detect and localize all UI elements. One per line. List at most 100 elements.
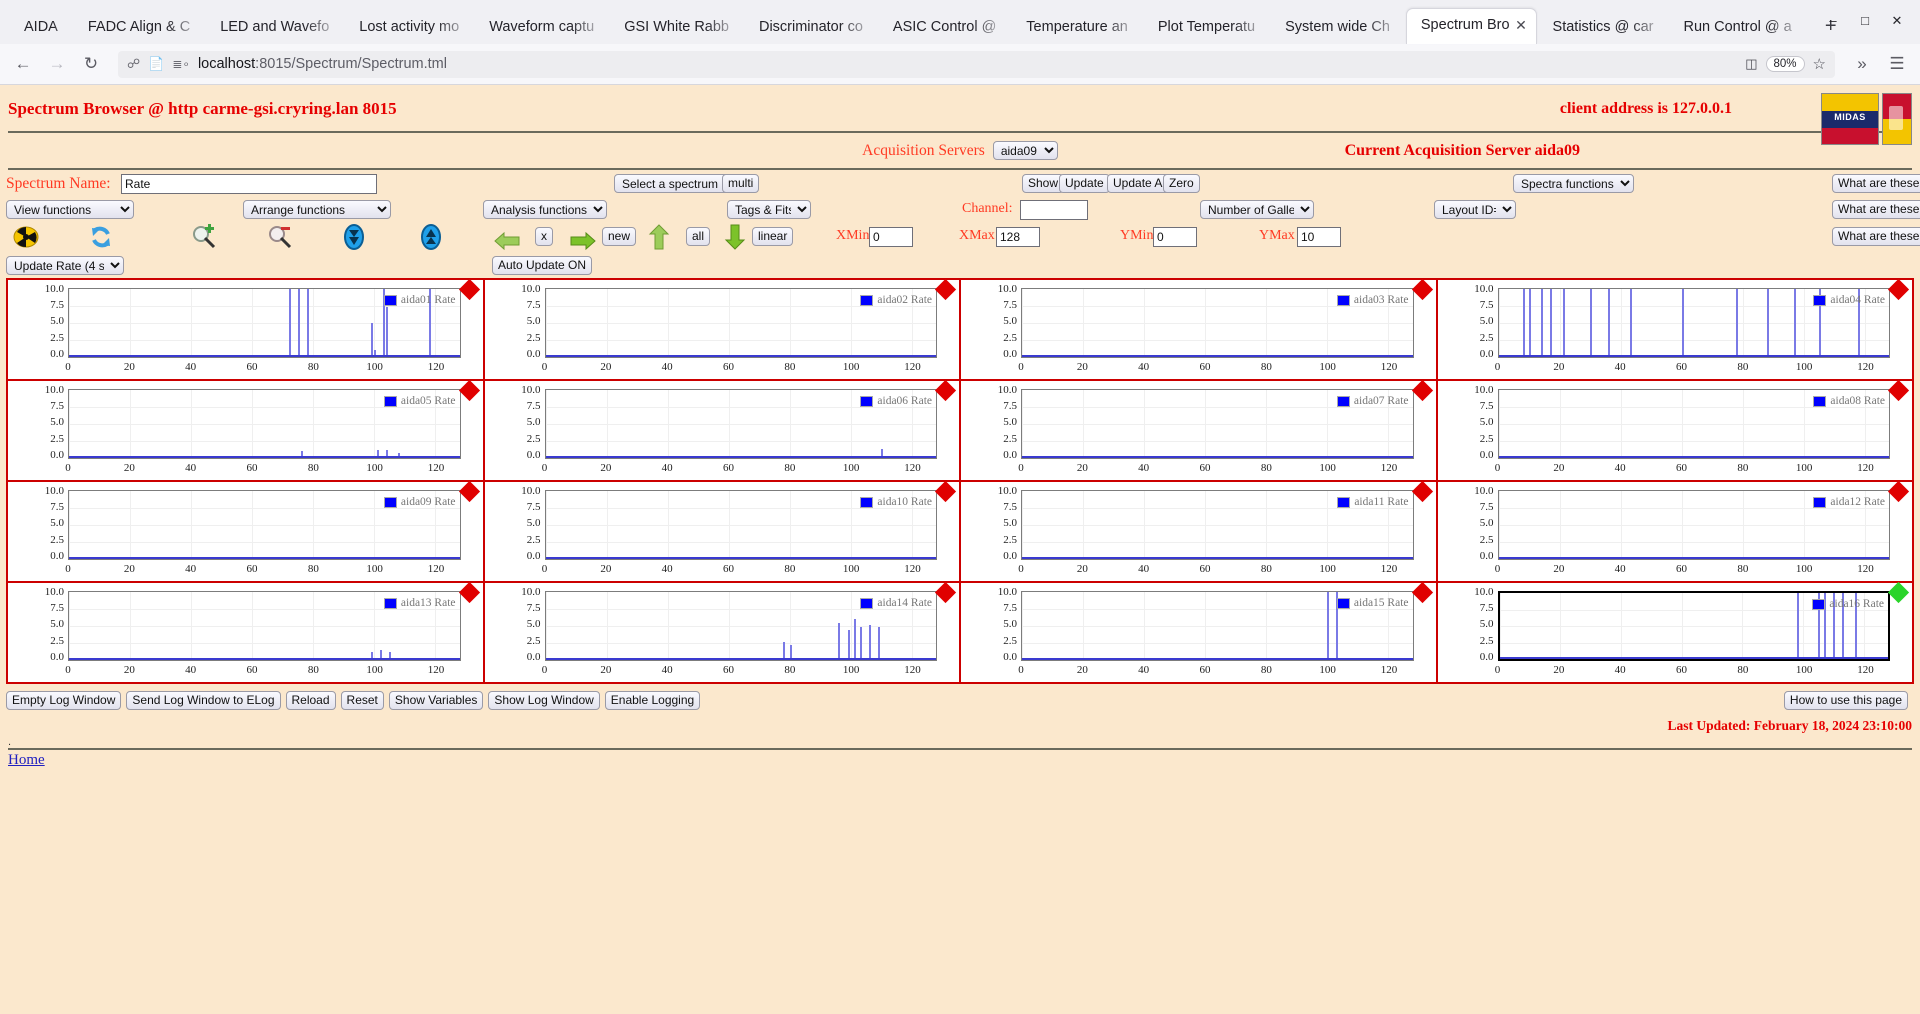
what-are-these-button-1[interactable]: What are these?	[1832, 174, 1920, 193]
status-marker[interactable]	[458, 480, 480, 503]
back-icon[interactable]: ←	[8, 49, 38, 79]
tab-2[interactable]: LED and Wavefo	[206, 10, 343, 44]
x-button[interactable]: x	[535, 227, 553, 246]
tags-and-fits-dropdown[interactable]: Tags & Fits	[727, 200, 811, 219]
multi-button[interactable]: multi	[722, 174, 760, 193]
xmin-input[interactable]	[869, 227, 913, 247]
tab-4[interactable]: Waveform captu	[475, 10, 608, 44]
plot-area[interactable]: aida06 Rate	[544, 389, 937, 459]
tab-8[interactable]: Temperature an	[1012, 10, 1142, 44]
bookmark-icon[interactable]: ☆	[1813, 55, 1826, 73]
footer-button-4[interactable]: Show Variables	[388, 691, 484, 710]
plot-area[interactable]: aida01 Rate	[68, 288, 461, 358]
radiation-icon[interactable]	[13, 224, 39, 250]
tab-10[interactable]: System wide Ch	[1271, 10, 1404, 44]
footer-button-2[interactable]: Reload	[285, 691, 336, 710]
tab-13[interactable]: Run Control @ a	[1669, 10, 1805, 44]
plot-area[interactable]: aida10 Rate	[544, 490, 937, 560]
status-marker[interactable]	[1887, 278, 1910, 301]
spectrum-panel[interactable]: 10.0 7.5 5.0 2.5 0.0 aida01 Rate 0 20 40 60 80 100 1…	[8, 278, 485, 379]
tab-0[interactable]: AIDA	[6, 10, 72, 44]
spectrum-name-input[interactable]	[121, 174, 377, 194]
how-to-use-button[interactable]: How to use this page	[1783, 691, 1908, 710]
new-button[interactable]: new	[602, 227, 637, 246]
spectrum-panel[interactable]: 10.0 7.5 5.0 2.5 0.0 aida10 Rate 0 20 40 60 80 100 1…	[484, 480, 961, 581]
plot-area[interactable]: aida15 Rate	[1021, 591, 1414, 661]
plot-area[interactable]: aida13 Rate	[68, 591, 461, 661]
reader-view-icon[interactable]: ◫	[1745, 56, 1757, 72]
plot-area[interactable]: aida14 Rate	[544, 591, 937, 661]
footer-button-5[interactable]: Show Log Window	[488, 691, 600, 710]
linear-button[interactable]: linear	[752, 227, 794, 246]
spectrum-panel[interactable]: 10.0 7.5 5.0 2.5 0.0 aida16 Rate 0 20 40 60 80 100 1…	[1437, 581, 1912, 682]
status-marker[interactable]	[458, 278, 480, 301]
plot-area[interactable]: aida02 Rate	[544, 288, 937, 358]
footer-button-1[interactable]: Send Log Window to ELog	[126, 691, 281, 710]
all-button[interactable]: all	[686, 227, 711, 246]
zoom-level-badge[interactable]: 80%	[1765, 56, 1805, 72]
plot-area[interactable]: aida04 Rate	[1497, 288, 1890, 358]
spectrum-panel[interactable]: 10.0 7.5 5.0 2.5 0.0 aida03 Rate 0 20 40 60 80 100 1…	[961, 278, 1438, 379]
select-spectrum-dropdown[interactable]: Select a spectrum	[614, 174, 739, 193]
status-marker[interactable]	[1411, 379, 1433, 402]
tab-9[interactable]: Plot Temperatu	[1144, 10, 1269, 44]
tab-close-icon[interactable]: ✕	[1514, 18, 1529, 33]
footer-button-3[interactable]: Reset	[340, 691, 384, 710]
spectrum-panel[interactable]: 10.0 7.5 5.0 2.5 0.0 aida09 Rate 0 20 40 60 80 100 1…	[8, 480, 485, 581]
status-marker[interactable]	[1411, 581, 1433, 604]
arrow-right-icon[interactable]	[570, 230, 597, 256]
footer-button-0[interactable]: Empty Log Window	[6, 691, 122, 710]
ymin-input[interactable]	[1153, 227, 1197, 247]
tab-7[interactable]: ASIC Control @	[879, 10, 1010, 44]
spectrum-panel[interactable]: 10.0 7.5 5.0 2.5 0.0 aida12 Rate 0 20 40 60 80 100 1…	[1437, 480, 1912, 581]
spectrum-panel[interactable]: 10.0 7.5 5.0 2.5 0.0 aida02 Rate 0 20 40 60 80 100 1…	[484, 278, 961, 379]
auto-update-toggle[interactable]: Auto Update ON	[492, 256, 593, 275]
spectrum-panel[interactable]: 10.0 7.5 5.0 2.5 0.0 aida06 Rate 0 20 40 60 80 100 1…	[484, 379, 961, 480]
overflow-menu-icon[interactable]: »	[1847, 49, 1877, 79]
view-functions-dropdown[interactable]: View functions	[6, 200, 134, 219]
home-link[interactable]: Home	[0, 752, 45, 768]
plot-area[interactable]: aida16 Rate	[1497, 591, 1890, 661]
plot-area[interactable]: aida05 Rate	[68, 389, 461, 459]
minimize-button[interactable]: –	[1818, 8, 1848, 34]
what-are-these-button-2[interactable]: What are these?	[1832, 200, 1920, 219]
status-marker[interactable]	[1887, 581, 1910, 604]
spectra-functions-dropdown[interactable]: Spectra functions	[1513, 174, 1634, 193]
status-marker[interactable]	[1887, 379, 1910, 402]
plot-area[interactable]: aida09 Rate	[68, 490, 461, 560]
show-button[interactable]: Show	[1022, 174, 1065, 193]
ymax-input[interactable]	[1297, 227, 1341, 247]
spectrum-panel[interactable]: 10.0 7.5 5.0 2.5 0.0 aida04 Rate 0 20 40 60 80 100 1…	[1437, 278, 1912, 379]
status-marker[interactable]	[458, 581, 480, 604]
zoom-out-icon[interactable]	[267, 224, 293, 250]
permissions-icon[interactable]: ≣∘	[172, 57, 190, 71]
channel-input[interactable]	[1020, 200, 1088, 220]
plot-area[interactable]: aida12 Rate	[1497, 490, 1890, 560]
spectrum-panel[interactable]: 10.0 7.5 5.0 2.5 0.0 aida05 Rate 0 20 40 60 80 100 1…	[8, 379, 485, 480]
arrow-left-icon[interactable]	[493, 230, 520, 256]
footer-button-6[interactable]: Enable Logging	[604, 691, 701, 710]
maximize-button[interactable]: □	[1850, 8, 1880, 34]
spectrum-panel[interactable]: 10.0 7.5 5.0 2.5 0.0 aida08 Rate 0 20 40 60 80 100 1…	[1437, 379, 1912, 480]
update-button[interactable]: Update	[1059, 174, 1110, 193]
status-marker[interactable]	[934, 581, 957, 604]
plot-area[interactable]: aida03 Rate	[1021, 288, 1414, 358]
zoom-in-icon[interactable]	[191, 224, 217, 250]
expand-down-icon[interactable]	[341, 224, 367, 250]
tab-active[interactable]: Spectrum Bro ✕	[1405, 8, 1537, 44]
spectrum-panel[interactable]: 10.0 7.5 5.0 2.5 0.0 aida07 Rate 0 20 40 60 80 100 1…	[961, 379, 1438, 480]
app-menu-icon[interactable]: ☰	[1882, 49, 1912, 79]
tab-1[interactable]: FADC Align & C	[74, 10, 204, 44]
zero-button[interactable]: Zero	[1163, 174, 1200, 193]
update-rate-dropdown[interactable]: Update Rate (4 secs)	[6, 256, 124, 275]
status-marker[interactable]	[934, 480, 957, 503]
status-marker[interactable]	[1411, 278, 1433, 301]
reload-icon[interactable]: ↻	[76, 49, 106, 79]
tab-3[interactable]: Lost activity mo	[345, 10, 473, 44]
arrow-down-icon[interactable]	[723, 224, 749, 250]
acquisition-server-select[interactable]: aida09	[992, 141, 1058, 160]
tab-5[interactable]: GSI White Rabb	[610, 10, 743, 44]
status-marker[interactable]	[934, 379, 957, 402]
expand-up-icon[interactable]	[418, 224, 444, 250]
refresh-icon[interactable]	[88, 224, 114, 250]
